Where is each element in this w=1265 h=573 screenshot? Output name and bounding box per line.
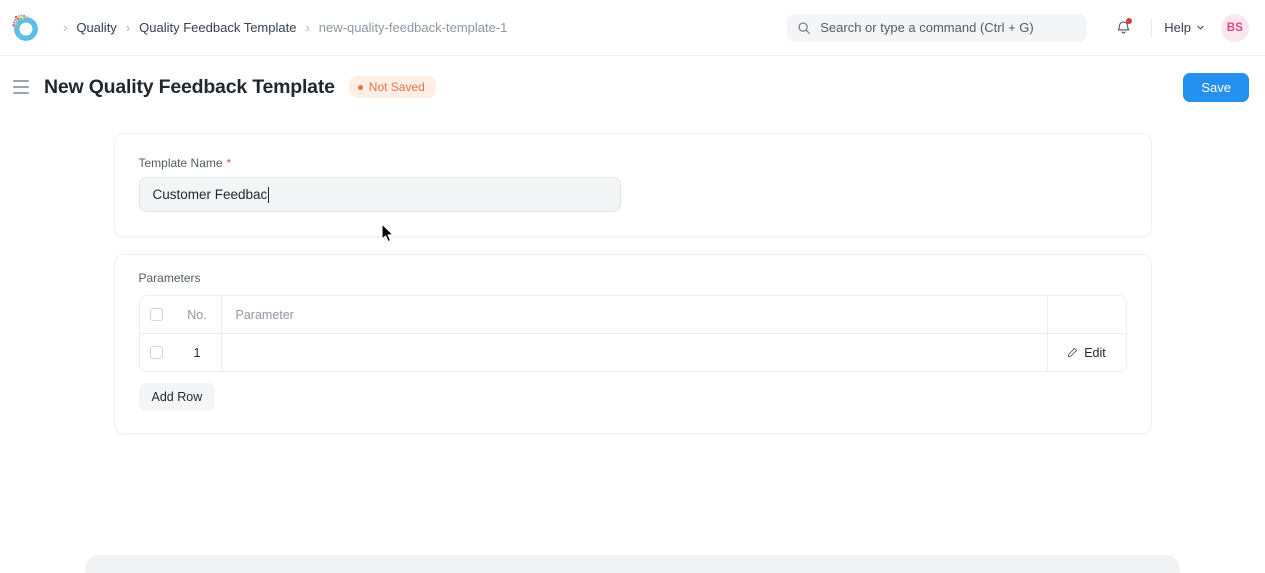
template-name-input[interactable]: Customer Feedbac: [138, 177, 621, 212]
parameters-section-label: Parameters: [138, 271, 201, 285]
required-marker: *: [226, 156, 232, 170]
row-parameter-input[interactable]: [222, 334, 1048, 371]
breadcrumb-item-quality[interactable]: Quality: [76, 18, 116, 37]
add-row-button[interactable]: Add Row: [138, 383, 216, 411]
page-title: New Quality Feedback Template: [44, 75, 335, 98]
breadcrumb-separator-1: ›: [125, 20, 131, 35]
breadcrumb-separator-2: ›: [305, 20, 310, 35]
avatar-initials: BS: [1226, 21, 1244, 34]
help-label: Help: [1164, 20, 1191, 35]
row-edit-button[interactable]: Edit: [1048, 334, 1126, 371]
select-all-checkbox-cell[interactable]: [140, 296, 174, 333]
text-caret: [268, 186, 270, 203]
breadcrumb-item-current-document[interactable]: new-quality-feedback-template-1: [319, 18, 508, 37]
frappe-logo[interactable]: [10, 13, 40, 43]
row-number: 1: [174, 334, 222, 371]
top-navbar: › Quality › Quality Feedback Template › …: [0, 0, 1265, 56]
search-input[interactable]: Search or type a command (Ctrl + G): [787, 13, 1088, 42]
search-icon: [797, 21, 811, 35]
form-container: Template Name * Customer Feedbac Paramet…: [113, 118, 1152, 434]
template-name-section: Template Name * Customer Feedbac: [113, 133, 1152, 237]
parameters-section: Parameters No. Parameter 1 Edit Add Row: [113, 254, 1152, 434]
navbar-divider: [1151, 17, 1153, 38]
template-name-value: Customer Feedbac: [152, 187, 268, 202]
help-menu-button[interactable]: Help: [1164, 20, 1205, 35]
page-body: Template Name * Customer Feedbac Paramet…: [0, 118, 1265, 573]
notifications-button[interactable]: [1109, 14, 1137, 42]
pencil-icon: [1068, 348, 1078, 358]
navbar-right-controls: Search or type a command (Ctrl + G) Help…: [787, 13, 1249, 42]
column-header-no: No.: [174, 296, 222, 333]
parameters-grid-header: No. Parameter: [139, 296, 1126, 334]
hamburger-icon[interactable]: [8, 74, 34, 100]
status-dot-icon: [357, 84, 363, 90]
chevron-down-icon: [1197, 25, 1204, 30]
breadcrumb-separator-0: ›: [63, 20, 68, 35]
breadcrumb: › Quality › Quality Feedback Template › …: [54, 18, 507, 37]
search-placeholder-text: Search or type a command (Ctrl + G): [820, 20, 1034, 35]
row-checkbox-cell[interactable]: [140, 334, 174, 371]
select-all-checkbox[interactable]: [150, 308, 163, 321]
user-avatar[interactable]: BS: [1221, 13, 1249, 42]
status-badge-label: Not Saved: [368, 80, 425, 94]
parameters-grid: No. Parameter 1 Edit: [138, 295, 1127, 372]
bottom-panel-peek: [85, 555, 1180, 573]
column-header-parameter: Parameter: [222, 296, 1048, 333]
column-header-actions: [1048, 296, 1126, 333]
notification-unread-dot: [1126, 17, 1133, 24]
template-name-label-wrap: Template Name *: [139, 156, 1127, 170]
row-checkbox[interactable]: [150, 346, 163, 359]
template-name-label: Template Name: [138, 156, 223, 170]
table-row[interactable]: 1 Edit: [140, 334, 1126, 371]
save-button[interactable]: Save: [1183, 72, 1249, 102]
row-edit-label: Edit: [1084, 345, 1106, 360]
breadcrumb-item-quality-feedback-template[interactable]: Quality Feedback Template: [139, 18, 296, 37]
status-badge: Not Saved: [348, 76, 436, 98]
page-header: New Quality Feedback Template Not Saved …: [0, 56, 1265, 118]
